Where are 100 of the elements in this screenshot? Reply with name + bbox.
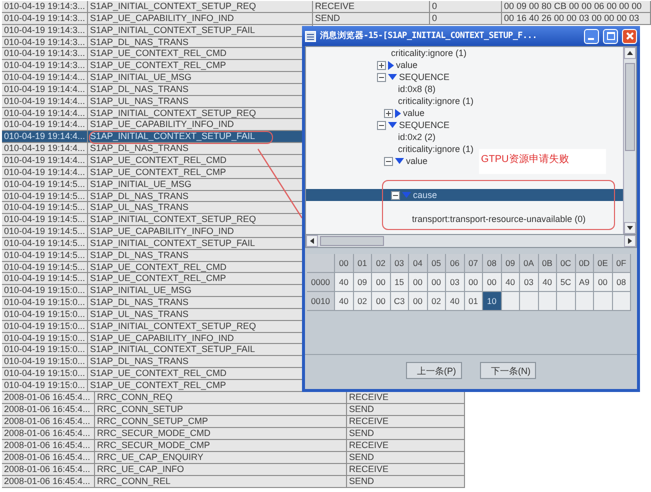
triangle-down-icon — [388, 122, 397, 128]
byte-cell[interactable]: 5C — [557, 273, 576, 292]
tree-node-label[interactable]: value — [396, 60, 418, 70]
time-cell: 2008-01-06 16:45:4... — [2, 404, 95, 416]
message-cell: RRC_CONN_REL — [95, 476, 347, 488]
byte-cell[interactable]: 10 — [483, 292, 502, 311]
time-cell: 010-04-19 19:14:4... — [2, 131, 88, 144]
byte-cell[interactable]: 40 — [538, 273, 557, 292]
time-cell: 010-04-19 19:14:3... — [2, 1, 88, 13]
table-cell: 0 — [430, 12, 502, 25]
byte-cell[interactable]: 15 — [390, 273, 409, 292]
time-cell: 2008-01-06 16:45:4... — [2, 440, 95, 452]
direction-cell: SEND — [347, 476, 465, 488]
expand-icon[interactable] — [377, 60, 386, 70]
triangle-right-icon — [395, 108, 401, 118]
byte-cell[interactable]: 00 — [409, 273, 428, 292]
time-cell: 010-04-19 19:15:0... — [2, 320, 88, 333]
collapse-icon[interactable] — [377, 72, 386, 82]
scroll-left-icon[interactable] — [310, 238, 314, 244]
column-header: 0A — [520, 254, 538, 273]
byte-cell[interactable]: 00 — [409, 292, 428, 311]
time-cell: 010-04-19 19:15:0... — [2, 380, 88, 392]
time-cell: 010-04-19 19:15:0... — [2, 368, 88, 380]
expand-icon[interactable] — [384, 108, 393, 118]
byte-cell[interactable]: 09 — [354, 273, 372, 292]
collapse-icon[interactable] — [384, 156, 393, 166]
byte-cell[interactable]: 02 — [354, 292, 372, 311]
previous-button[interactable]: 上一条(P) — [406, 362, 462, 378]
column-header: 06 — [446, 254, 464, 273]
byte-cell[interactable]: A9 — [576, 273, 594, 292]
scroll-down-icon[interactable] — [627, 226, 633, 230]
close-button[interactable] — [622, 28, 637, 44]
tree-node-label[interactable]: value — [403, 108, 425, 118]
next-button[interactable]: 下一条(N) — [480, 362, 536, 378]
byte-cell[interactable]: 03 — [520, 273, 538, 292]
direction-cell: RECEIVE — [347, 440, 465, 452]
tree-node-label[interactable]: id:0x2 (2) — [398, 132, 436, 142]
byte-cell[interactable]: 00 — [372, 292, 390, 311]
column-header: 07 — [464, 254, 483, 273]
maximize-button[interactable] — [603, 28, 618, 44]
byte-cell[interactable]: 00 — [464, 273, 483, 292]
direction-cell: SEND — [347, 428, 465, 440]
time-cell: 010-04-19 19:14:5... — [2, 178, 88, 190]
collapse-icon[interactable] — [391, 190, 400, 200]
byte-cell[interactable]: 08 — [612, 273, 631, 292]
scroll-up-icon[interactable] — [627, 51, 633, 55]
tree-node-label[interactable]: criticality:ignore (1) — [398, 144, 474, 154]
hex-cell: 00 16 40 26 00 00 03 00 00 00 03 — [502, 12, 651, 25]
byte-cell[interactable]: 00 — [483, 273, 502, 292]
byte-cell[interactable]: 03 — [446, 273, 464, 292]
horizontal-scrollbar[interactable] — [305, 235, 637, 248]
tree-node-label[interactable]: criticality:ignore (1) — [398, 96, 474, 106]
column-header: 03 — [390, 254, 409, 273]
byte-cell[interactable]: 01 — [464, 292, 483, 311]
vertical-scrollbar[interactable] — [623, 47, 636, 234]
message-cell: S1AP_INITIAL_CONTEXT_SETUP_REQ — [88, 1, 313, 13]
leader-line — [258, 148, 302, 218]
time-cell: 010-04-19 19:14:5... — [2, 226, 88, 238]
tree-node-label[interactable]: cause — [413, 190, 438, 200]
time-cell: 2008-01-06 16:45:4... — [2, 416, 95, 428]
message-cell: S1AP_UE_CAPABILITY_INFO_IND — [88, 12, 313, 25]
tree-node-label[interactable]: criticality:ignore (1) — [391, 48, 467, 58]
direction-cell: RECEIVE — [313, 1, 430, 13]
tree-node-label[interactable]: SEQUENCE — [399, 120, 450, 130]
time-cell: 010-04-19 19:15:0... — [2, 344, 88, 356]
time-cell: 010-04-19 19:15:0... — [2, 356, 88, 368]
offset-cell: 0010 — [307, 292, 335, 311]
time-cell: 010-04-19 19:14:4... — [2, 108, 88, 120]
column-header: 05 — [428, 254, 446, 273]
byte-cell[interactable]: 00 — [372, 273, 390, 292]
direction-cell: SEND — [347, 404, 465, 416]
message-cell: RRC_CONN_SETUP — [95, 404, 347, 416]
byte-cell[interactable]: 00 — [428, 273, 446, 292]
tree-node-label[interactable]: value — [406, 156, 428, 166]
tree-node-label[interactable]: id:0x8 (8) — [398, 84, 436, 94]
collapse-icon[interactable] — [377, 120, 386, 130]
column-header: 0B — [538, 254, 557, 273]
byte-cell[interactable]: 40 — [446, 292, 464, 311]
hex-cell: 00 09 00 80 CB 00 00 06 00 00 00 — [502, 1, 651, 13]
byte-cell[interactable]: 02 — [428, 292, 446, 311]
byte-cell[interactable]: 40 — [502, 273, 520, 292]
column-header: 01 — [354, 254, 372, 273]
time-cell: 2008-01-06 16:45:4... — [2, 428, 95, 440]
tree-node-label[interactable]: SEQUENCE — [399, 72, 450, 82]
scroll-right-icon[interactable] — [628, 238, 632, 244]
time-cell: 010-04-19 19:14:4... — [2, 96, 88, 108]
triangle-down-icon — [388, 74, 397, 80]
byte-cell[interactable]: C3 — [390, 292, 409, 311]
byte-cell[interactable]: 40 — [335, 292, 354, 311]
time-cell: 2008-01-06 16:45:4... — [2, 392, 95, 404]
minimize-button[interactable] — [584, 28, 599, 44]
time-cell: 010-04-19 19:14:5... — [2, 238, 88, 250]
triangle-down-icon — [402, 192, 411, 198]
byte-cell[interactable]: 40 — [335, 273, 354, 292]
tree-node-label[interactable]: transport:transport-resource-unavailable (0) — [412, 214, 586, 224]
byte-cell[interactable]: 00 — [594, 273, 612, 292]
time-cell: 010-04-19 19:14:4... — [2, 143, 88, 155]
time-cell: 010-04-19 19:14:3... — [2, 24, 88, 37]
time-cell: 010-04-19 19:15:0... — [2, 308, 88, 321]
column-header: 0E — [594, 254, 612, 273]
